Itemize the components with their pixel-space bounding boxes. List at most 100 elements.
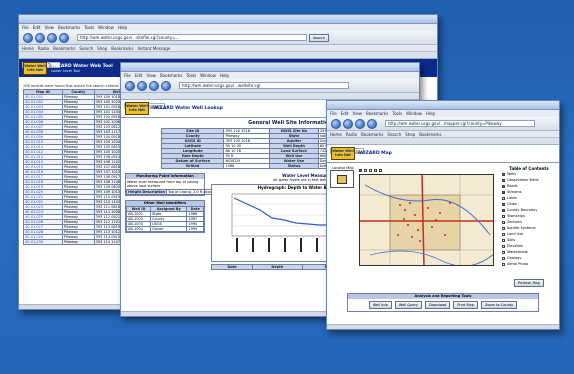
other-identifiers-panel: Other Well Identifiers Well ID Assigned B…	[125, 200, 205, 233]
layer-label: Cities	[507, 202, 517, 206]
menu-item-view[interactable]: View	[352, 111, 362, 116]
site-logo[interactable]: Water Well Info Net	[23, 61, 47, 75]
reload-button[interactable]	[47, 32, 57, 43]
title-bar[interactable]	[327, 101, 559, 110]
layer-checkbox[interactable]	[502, 190, 505, 194]
reload-button[interactable]	[355, 118, 365, 129]
bookmark-link[interactable]: Home	[330, 132, 342, 137]
bookmark-link[interactable]: Search	[79, 46, 93, 51]
menu-item-bookmarks[interactable]: Bookmarks	[58, 25, 80, 30]
layer-checkbox[interactable]	[502, 178, 505, 182]
bookmark-link[interactable]: Instant Message	[138, 46, 171, 51]
menu-item-file[interactable]: File	[124, 73, 131, 78]
menu-item-help[interactable]: Help	[118, 25, 127, 30]
layer-checkbox[interactable]	[502, 238, 505, 242]
well-link[interactable]: 40-01-030	[23, 239, 63, 245]
title-bar[interactable]	[121, 63, 419, 72]
search-button[interactable]: Search	[309, 33, 330, 42]
layer-checkbox[interactable]	[502, 214, 505, 218]
bookmark-link[interactable]: Bookmarks	[361, 132, 383, 137]
toc-item[interactable]: Aerial Photo	[502, 261, 556, 267]
site-logo[interactable]: Water Well Info Net	[331, 147, 355, 160]
layer-checkbox[interactable]	[502, 232, 505, 236]
bookmark-link[interactable]: Radio	[346, 132, 357, 137]
menu-item-view[interactable]: View	[146, 73, 156, 78]
zoom-in-tool-icon[interactable]	[359, 168, 362, 172]
menu-item-help[interactable]: Help	[426, 111, 435, 116]
layer-checkbox[interactable]	[502, 172, 505, 176]
layer-label: Elevation	[507, 244, 524, 248]
menu-item-tools[interactable]: Tools	[84, 25, 94, 30]
address-bar[interactable]: http://wm.water.usgs.gov/...wellsite.cgi	[179, 82, 349, 89]
monitoring-point-table: Height Description Top of casing, 2.0 ft…	[125, 189, 225, 195]
bookmark-link[interactable]: Bookmarks	[111, 46, 133, 51]
layer-checkbox[interactable]	[502, 184, 505, 188]
menu-item-window[interactable]: Window	[406, 111, 422, 116]
identify-tool-icon[interactable]	[374, 168, 377, 172]
forward-button[interactable]	[343, 118, 353, 129]
bookmark-link[interactable]: Search	[387, 132, 401, 137]
bookmark-link[interactable]: Home	[22, 46, 34, 51]
bookmark-link[interactable]: Shop	[97, 46, 107, 51]
menu-item-help[interactable]: Help	[220, 73, 229, 78]
tool-button[interactable]: Well Query	[394, 301, 422, 309]
tab-strip: WIZARD Map	[327, 138, 559, 154]
menu-item-window[interactable]: Window	[98, 25, 114, 30]
column-header: Depth	[252, 264, 303, 270]
back-button[interactable]	[125, 80, 135, 91]
stop-button[interactable]	[367, 118, 377, 129]
menu-item-tools[interactable]: Tools	[186, 73, 196, 78]
back-button[interactable]	[331, 118, 341, 129]
layer-checkbox[interactable]	[502, 202, 505, 206]
layer-label: Lakes	[507, 196, 517, 200]
locator-map[interactable]	[330, 170, 354, 188]
tool-button[interactable]: Download	[424, 301, 451, 309]
address-bar[interactable]: http://wm.water.usgs.gov/...mapper.cgi?c…	[385, 120, 535, 127]
reload-button[interactable]	[149, 80, 159, 91]
menu-item-view[interactable]: View	[44, 25, 54, 30]
layer-checkbox[interactable]	[502, 220, 505, 224]
menu-item-edit[interactable]: Edit	[341, 111, 349, 116]
menu-item-file[interactable]: File	[22, 25, 29, 30]
back-button[interactable]	[23, 32, 33, 43]
site-logo[interactable]: Water Well Info Net	[125, 102, 149, 115]
menu-item-bookmarks[interactable]: Bookmarks	[160, 73, 182, 78]
layer-checkbox[interactable]	[502, 208, 505, 212]
zoom-out-tool-icon[interactable]	[364, 168, 367, 172]
title-bar[interactable]	[19, 15, 437, 24]
menu-item-edit[interactable]: Edit	[33, 25, 41, 30]
pan-tool-icon[interactable]	[369, 168, 372, 172]
layer-label: Soils	[507, 238, 516, 242]
stop-button[interactable]	[161, 80, 171, 91]
tool-button[interactable]: Print Map	[453, 301, 478, 309]
bookmarks-bar: Home Radio Bookmarks Search Shop Bookmarks	[327, 131, 559, 138]
menu-item-tools[interactable]: Tools	[392, 111, 402, 116]
tool-button[interactable]: Well Info	[368, 301, 392, 309]
layer-checkbox[interactable]	[502, 256, 505, 260]
map-canvas[interactable]	[359, 174, 494, 266]
bookmark-link[interactable]: Bookmarks	[53, 46, 75, 51]
bookmark-link[interactable]: Bookmarks	[419, 132, 441, 137]
layer-label: Streams	[507, 190, 522, 194]
refresh-map-button[interactable]: Refresh Map	[514, 279, 544, 287]
stop-button[interactable]	[59, 32, 69, 43]
layer-label: County Boundary	[507, 208, 538, 212]
layer-checkbox[interactable]	[502, 226, 505, 230]
bookmark-link[interactable]: Shop	[405, 132, 415, 137]
layer-checkbox[interactable]	[502, 196, 505, 200]
bookmark-link[interactable]: Radio	[38, 46, 49, 51]
browser-window-wizard-map[interactable]: File Edit View Bookmarks Tools Window Help htt…	[326, 100, 560, 330]
layer-checkbox[interactable]	[502, 262, 505, 266]
layer-checkbox[interactable]	[502, 244, 505, 248]
menu-item-window[interactable]: Window	[200, 73, 216, 78]
layer-checkbox[interactable]	[502, 250, 505, 254]
tool-button[interactable]: Zoom to County	[480, 301, 518, 309]
forward-button[interactable]	[137, 80, 147, 91]
full-extent-tool-icon[interactable]	[379, 168, 382, 172]
layer-label: Townships	[507, 214, 525, 218]
address-bar[interactable]: http://wm.water.usgs.gov/...sitefile.cgi…	[77, 34, 307, 41]
menu-item-file[interactable]: File	[330, 111, 337, 116]
menu-item-edit[interactable]: Edit	[135, 73, 143, 78]
menu-item-bookmarks[interactable]: Bookmarks	[366, 111, 388, 116]
forward-button[interactable]	[35, 32, 45, 43]
